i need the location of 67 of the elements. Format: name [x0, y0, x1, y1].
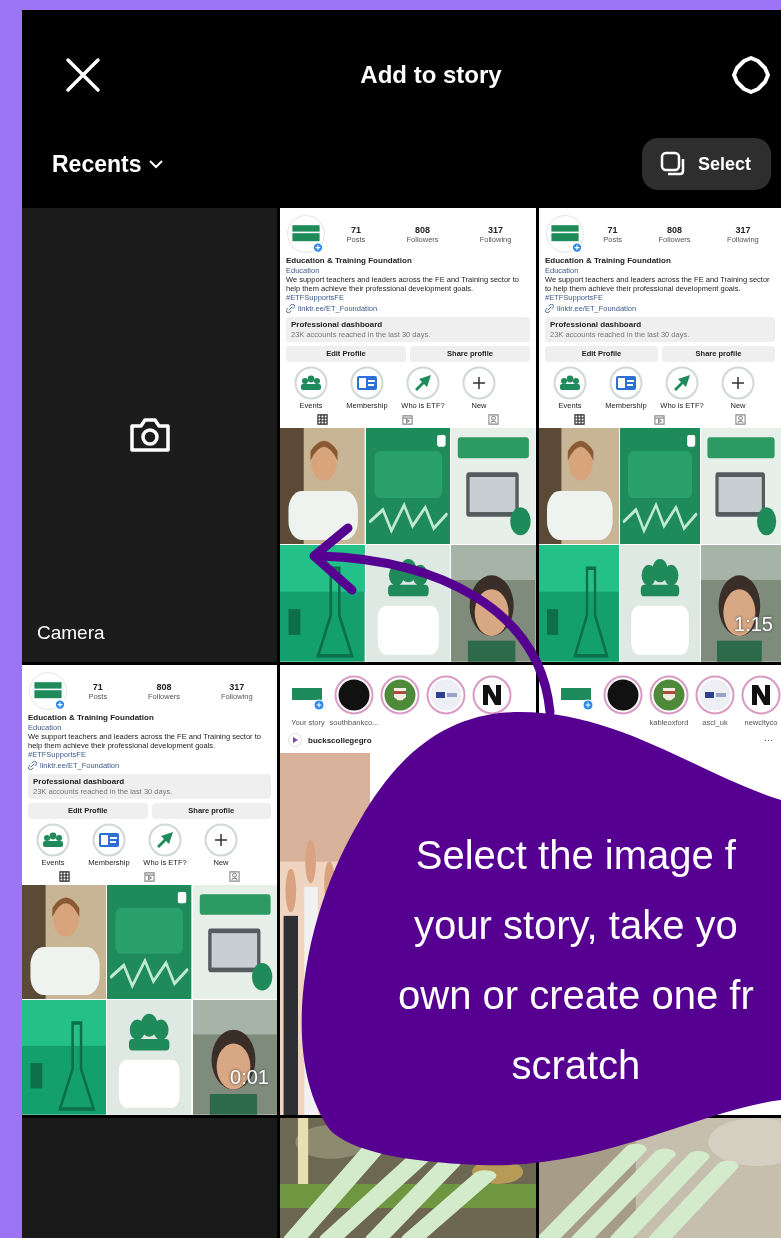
profile-screenshot[interactable] — [539, 208, 781, 662]
chevron-icon — [149, 159, 164, 169]
post-author[interactable]: buckscollegegro — [308, 735, 372, 745]
link-icon — [545, 303, 554, 313]
cursor-icon[interactable] — [406, 365, 440, 400]
dashboard-title: Professional dashboard — [33, 776, 126, 786]
people-icon[interactable] — [36, 822, 70, 857]
profile-avatar — [286, 214, 326, 254]
id-card-icon[interactable] — [92, 822, 126, 857]
more-button[interactable]: ··· — [764, 735, 773, 745]
profile-screenshot[interactable] — [280, 208, 536, 662]
stat-value: 808 — [156, 681, 172, 692]
profile-screenshot[interactable] — [22, 665, 277, 1115]
play-icon — [288, 733, 302, 747]
story-avatar[interactable] — [426, 675, 466, 715]
plus-icon[interactable] — [204, 822, 238, 857]
video-icon[interactable] — [144, 870, 155, 882]
profile-avatar — [28, 671, 68, 711]
video-icon[interactable] — [402, 413, 414, 425]
dashboard-title: Professional dashboard — [291, 319, 384, 329]
camera-icon — [127, 416, 172, 454]
grid-icon[interactable] — [59, 870, 70, 882]
profile-name: Education & Training Foundation — [28, 713, 155, 723]
camera-tile[interactable]: Camera — [22, 208, 277, 662]
select-button[interactable]: Select — [641, 138, 771, 190]
video-duration: 1:15 — [734, 613, 773, 636]
story-avatar[interactable] — [741, 675, 781, 715]
link-icon — [286, 303, 295, 313]
grid-icon[interactable] — [573, 413, 585, 425]
person-tag-icon[interactable] — [735, 413, 747, 425]
id-card-icon[interactable] — [609, 365, 643, 400]
story-avatar[interactable] — [695, 675, 735, 715]
plus-icon[interactable] — [721, 365, 755, 400]
video-icon[interactable] — [654, 413, 666, 425]
album-dropdown[interactable]: Recents — [52, 150, 164, 178]
stat-value: 71 — [350, 224, 361, 235]
tile-label: Camera — [37, 622, 105, 644]
cursor-icon[interactable] — [148, 822, 182, 857]
people-icon[interactable] — [553, 365, 587, 400]
grid-icon[interactable] — [317, 413, 329, 425]
callout-text: Select the image f your story, take yo own or create one fr scratch — [398, 832, 754, 1089]
stat-value: 808 — [667, 224, 683, 235]
story-avatar[interactable] — [472, 675, 512, 715]
stat-value: 317 — [488, 224, 504, 235]
stat-value: 71 — [607, 224, 618, 235]
cursor-icon[interactable] — [665, 365, 699, 400]
link-icon — [28, 760, 37, 770]
id-card-icon[interactable] — [350, 365, 384, 400]
video-duration: 0:01 — [230, 1066, 269, 1089]
stat-value: 808 — [415, 224, 431, 235]
close-icon[interactable] — [65, 57, 101, 93]
profile-name: Education & Training Foundation — [545, 256, 672, 266]
story-avatar[interactable] — [603, 675, 643, 715]
stat-value: 71 — [92, 681, 103, 692]
story-avatar[interactable] — [334, 675, 374, 715]
screen-title: Add to story — [360, 61, 502, 89]
stat-value: 317 — [735, 224, 751, 235]
plus-icon[interactable] — [462, 365, 496, 400]
profile-avatar — [545, 214, 585, 254]
person-tag-icon[interactable] — [229, 870, 240, 882]
people-icon[interactable] — [294, 365, 328, 400]
settings-icon[interactable] — [731, 55, 771, 95]
stat-value: 317 — [229, 681, 245, 692]
copy-icon — [659, 151, 686, 177]
person-tag-icon[interactable] — [487, 413, 499, 425]
profile-name: Education & Training Foundation — [286, 256, 413, 266]
dashboard-title: Professional dashboard — [550, 319, 643, 329]
